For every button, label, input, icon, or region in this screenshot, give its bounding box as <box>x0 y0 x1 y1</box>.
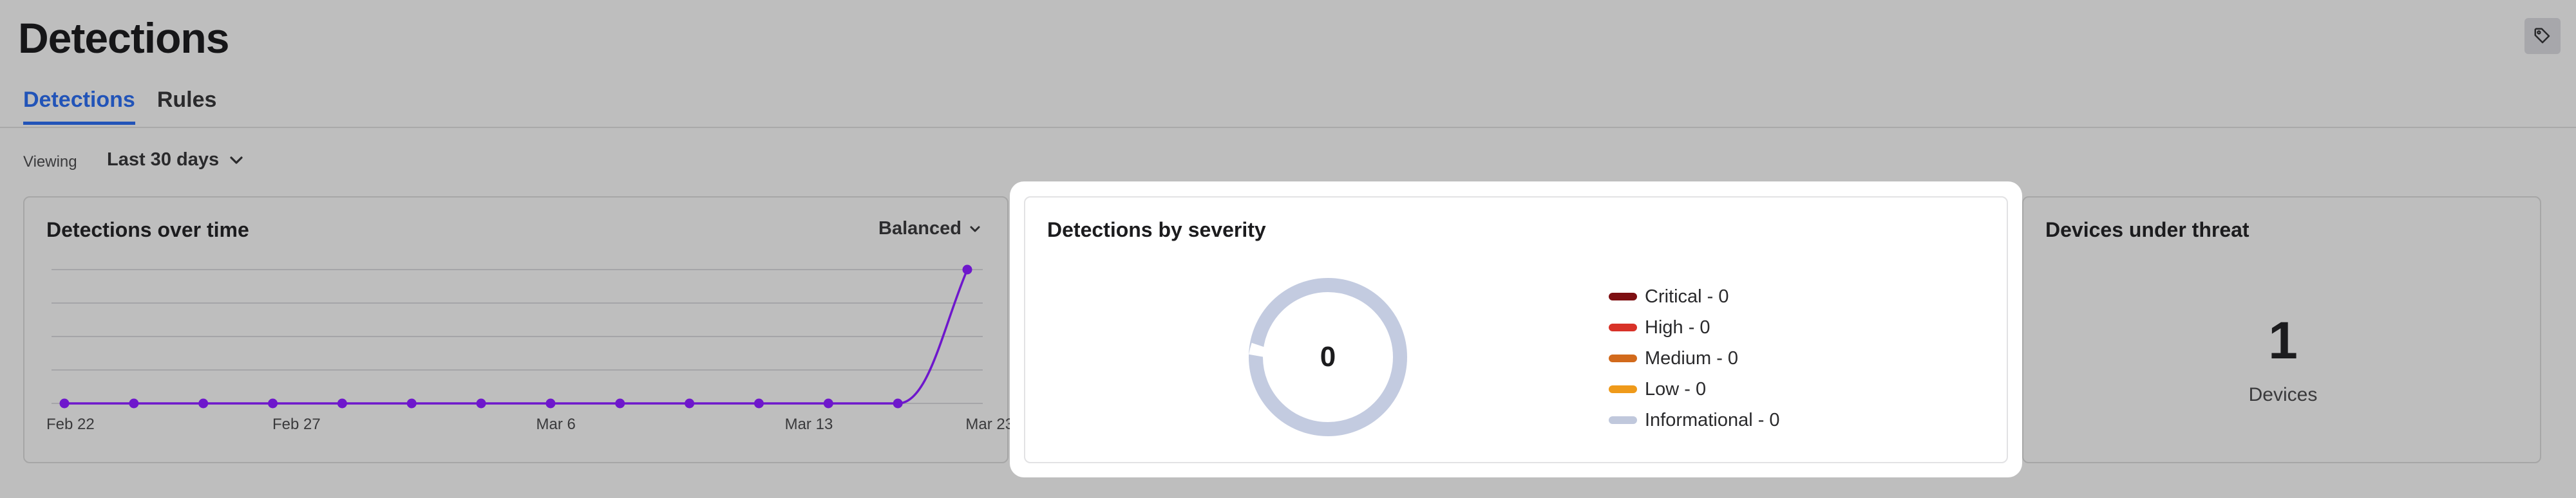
data-point <box>129 398 139 409</box>
data-point <box>615 398 625 409</box>
severity-donut: 0 <box>1244 273 1412 441</box>
data-point <box>893 398 903 409</box>
data-point <box>198 398 209 409</box>
data-point <box>337 398 347 409</box>
data-point <box>406 398 417 409</box>
x-tick-label: Feb 22 <box>46 416 95 433</box>
legend-item-high: High - 0 <box>1609 312 1780 343</box>
data-point <box>685 398 695 409</box>
legend-swatch <box>1609 293 1637 300</box>
legend-swatch <box>1609 355 1637 362</box>
data-point <box>962 264 972 275</box>
legend-item-low: Low - 0 <box>1609 374 1780 405</box>
legend-label: Critical - 0 <box>1645 286 1729 307</box>
x-tick-label: Mar 13 <box>785 416 833 433</box>
period-dropdown[interactable]: Last 30 days <box>107 149 243 171</box>
card-title: Devices under threat <box>2045 218 2249 241</box>
legend-swatch <box>1609 416 1637 424</box>
data-point <box>545 398 556 409</box>
tag-icon <box>2534 28 2550 44</box>
detections-by-severity-card: Detections by severity 0 Critical - 0 Hi… <box>1024 196 2008 463</box>
detections-over-time-card: Detections over time Balanced Feb 22 Feb … <box>23 196 1010 463</box>
donut-total: 0 <box>1320 341 1336 373</box>
legend-item-critical: Critical - 0 <box>1609 281 1780 312</box>
data-point <box>753 398 764 409</box>
legend-label: High - 0 <box>1645 317 1710 338</box>
detections-line-chart: Feb 22 Feb 27 Mar 6 Mar 13 Mar 23 <box>46 264 1010 433</box>
tab-bar: Detections Rules <box>23 88 216 125</box>
legend-swatch <box>1609 324 1637 331</box>
data-point <box>59 398 70 409</box>
data-point <box>823 398 833 409</box>
tabs-divider <box>0 127 2576 128</box>
legend-label: Low - 0 <box>1645 378 1707 400</box>
severity-legend: Critical - 0 High - 0 Medium - 0 Low - 0… <box>1609 281 1780 436</box>
card-title: Detections by severity <box>1047 218 1266 241</box>
data-point <box>268 398 278 409</box>
x-tick-label: Mar 6 <box>536 416 576 433</box>
page-title: Detections <box>18 14 229 62</box>
legend-swatch <box>1609 385 1637 393</box>
legend-label: Medium - 0 <box>1645 347 1739 369</box>
period-value: Last 30 days <box>107 149 220 170</box>
legend-item-medium: Medium - 0 <box>1609 343 1780 374</box>
tag-button[interactable] <box>2524 18 2561 54</box>
tab-detections[interactable]: Detections <box>23 88 135 125</box>
viewing-label: Viewing <box>23 153 77 171</box>
x-tick-label: Feb 27 <box>272 416 321 433</box>
data-point <box>476 398 486 409</box>
legend-item-informational: Informational - 0 <box>1609 405 1780 436</box>
devices-under-threat-card: Devices under threat 1 Devices <box>2022 196 2541 463</box>
devices-label: Devices <box>2248 384 2318 405</box>
chevron-down-icon <box>230 156 243 164</box>
x-tick-label: Mar 23 <box>965 416 1010 433</box>
tab-rules[interactable]: Rules <box>157 88 217 125</box>
legend-label: Informational - 0 <box>1645 409 1780 430</box>
devices-count: 1 <box>2268 311 2298 370</box>
